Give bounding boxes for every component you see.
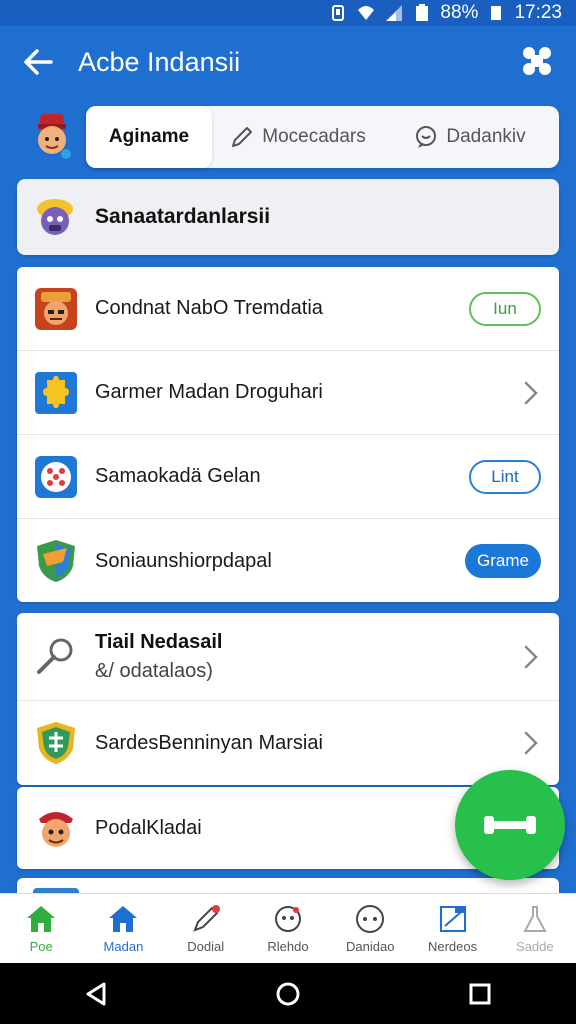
detail-text: Tiail Nedasail &/ odatalaos): [95, 631, 222, 683]
news-icon: [436, 903, 470, 935]
pirate-avatar-icon: [39, 812, 73, 847]
nav-item-sadde[interactable]: Sadde: [494, 894, 576, 963]
character-avatar-icon: [37, 199, 73, 235]
chevron-right-icon: [524, 381, 538, 404]
nav-item-rlehdo[interactable]: Rlehdo: [247, 894, 329, 963]
edit-icon: [189, 903, 223, 935]
nav-item-madan[interactable]: Madan: [82, 894, 164, 963]
nav-item-nerdeos[interactable]: Nerdeos: [411, 894, 493, 963]
list-item-label: PodalKladai: [95, 816, 202, 839]
share-button[interactable]: [518, 42, 556, 80]
warrior-icon: [35, 287, 77, 330]
tab-label: Aginame: [108, 126, 190, 147]
nav-label: Poe: [29, 939, 53, 954]
arrow-left-icon: [24, 49, 53, 75]
page-title: Acbe Indansii: [78, 46, 241, 77]
tab-mocecadars[interactable]: Mocecadars: [212, 106, 384, 168]
list-item[interactable]: Garmer Madan Droguhari: [17, 351, 559, 435]
nav-item-poe[interactable]: Poe: [0, 894, 82, 963]
system-home-button[interactable]: [268, 974, 308, 1014]
nav-label: Sadde: [516, 939, 554, 954]
status-badge[interactable]: Iun: [469, 291, 541, 326]
home-outline-icon: [106, 903, 140, 935]
tab-label: Mocecadars: [262, 126, 366, 147]
nav-label: Danidao: [346, 939, 395, 954]
system-back-button[interactable]: [76, 974, 116, 1014]
signal-icon: [384, 4, 404, 22]
square-recents-icon: [469, 983, 491, 1004]
bottom-navigation: Poe Madan Dodial Rlehdo Danidao Nerdeos: [0, 893, 576, 963]
tab-dadankiv[interactable]: Dadankiv: [384, 106, 556, 168]
home-icon: [24, 903, 58, 935]
nav-label: Dodial: [187, 939, 225, 954]
back-button[interactable]: [18, 42, 58, 82]
triangle-back-icon: [86, 982, 106, 1005]
chevron-right-icon: [524, 645, 538, 668]
status-bar: 88% 17:23: [0, 0, 576, 26]
character-icon: [271, 903, 305, 935]
list-item[interactable]: Samaokadä Gelan Lint: [17, 435, 559, 519]
list-card-secondary: Tiail Nedasail &/ odatalaos) SardesBenni…: [17, 613, 559, 785]
magnifier-icon: [37, 638, 73, 674]
fab-button[interactable]: [455, 770, 565, 880]
status-badge[interactable]: Lint: [469, 459, 541, 494]
puzzle-icon: [35, 371, 77, 414]
avatar-icon: [38, 114, 71, 159]
list-item[interactable]: Soniaunshiorpdapal Grame: [17, 519, 559, 602]
tab-label: Dadankiv: [446, 126, 526, 147]
dumbbell-icon: [484, 816, 536, 834]
tab-aginame[interactable]: Aginame: [86, 106, 212, 168]
flask-icon: [518, 903, 552, 935]
list-item-label: Soniaunshiorpdapal: [95, 549, 272, 572]
battery-icon: [412, 4, 432, 22]
list-item[interactable]: SardesBenninyan Marsiai: [17, 701, 559, 785]
list-item-label: Condnat NabO Tremdatia: [95, 297, 323, 319]
list-item-label: Garmer Madan Droguhari: [95, 381, 323, 403]
section-header-label: Sanaatardanlarsii: [95, 205, 271, 228]
pencil-icon: [232, 127, 253, 147]
sim-icon: [486, 4, 506, 22]
list-item[interactable]: Condnat NabO Tremdatia Iun: [17, 267, 559, 351]
game-button[interactable]: Grame: [465, 544, 541, 578]
system-recents-button[interactable]: [460, 974, 500, 1014]
nav-label: Madan: [103, 939, 144, 954]
badge-shield-icon: [37, 722, 75, 764]
profile-avatar[interactable]: [30, 112, 74, 162]
nav-item-dodial[interactable]: Dodial: [165, 894, 247, 963]
list-card-primary: Condnat NabO Tremdatia Iun Garmer Madan …: [17, 267, 559, 602]
smiley-icon: [353, 903, 387, 935]
chat-icon: [416, 126, 437, 148]
list-item-detail[interactable]: Tiail Nedasail &/ odatalaos): [17, 613, 559, 701]
tab-bar: Aginame Mocecadars Dadankiv: [86, 106, 559, 168]
share-icon: [523, 47, 551, 75]
section-header[interactable]: Sanaatardanlarsii: [17, 179, 559, 255]
battery-level: 88%: [440, 2, 479, 23]
list-item-label: Samaokadä Gelan: [95, 465, 261, 487]
wifi-icon: [356, 4, 376, 22]
detail-subtitle: &/ odatalaos): [95, 659, 213, 682]
system-navigation-bar: [0, 963, 576, 1024]
chevron-right-icon: [524, 731, 538, 755]
nav-item-danidao[interactable]: Danidao: [329, 894, 411, 963]
notification-icon: [328, 4, 348, 22]
nav-label: Nerdeos: [427, 939, 478, 954]
circle-home-icon: [276, 982, 300, 1005]
detail-title: Tiail Nedasail: [95, 630, 223, 653]
dice-icon: [35, 455, 77, 498]
nav-label: Rlehdo: [267, 939, 309, 954]
list-item-label: SardesBenninyan Marsiai: [95, 731, 323, 754]
clock: 17:23: [514, 2, 562, 23]
app-bar: Acbe Indansii: [0, 26, 576, 98]
shield-icon: [37, 540, 75, 582]
